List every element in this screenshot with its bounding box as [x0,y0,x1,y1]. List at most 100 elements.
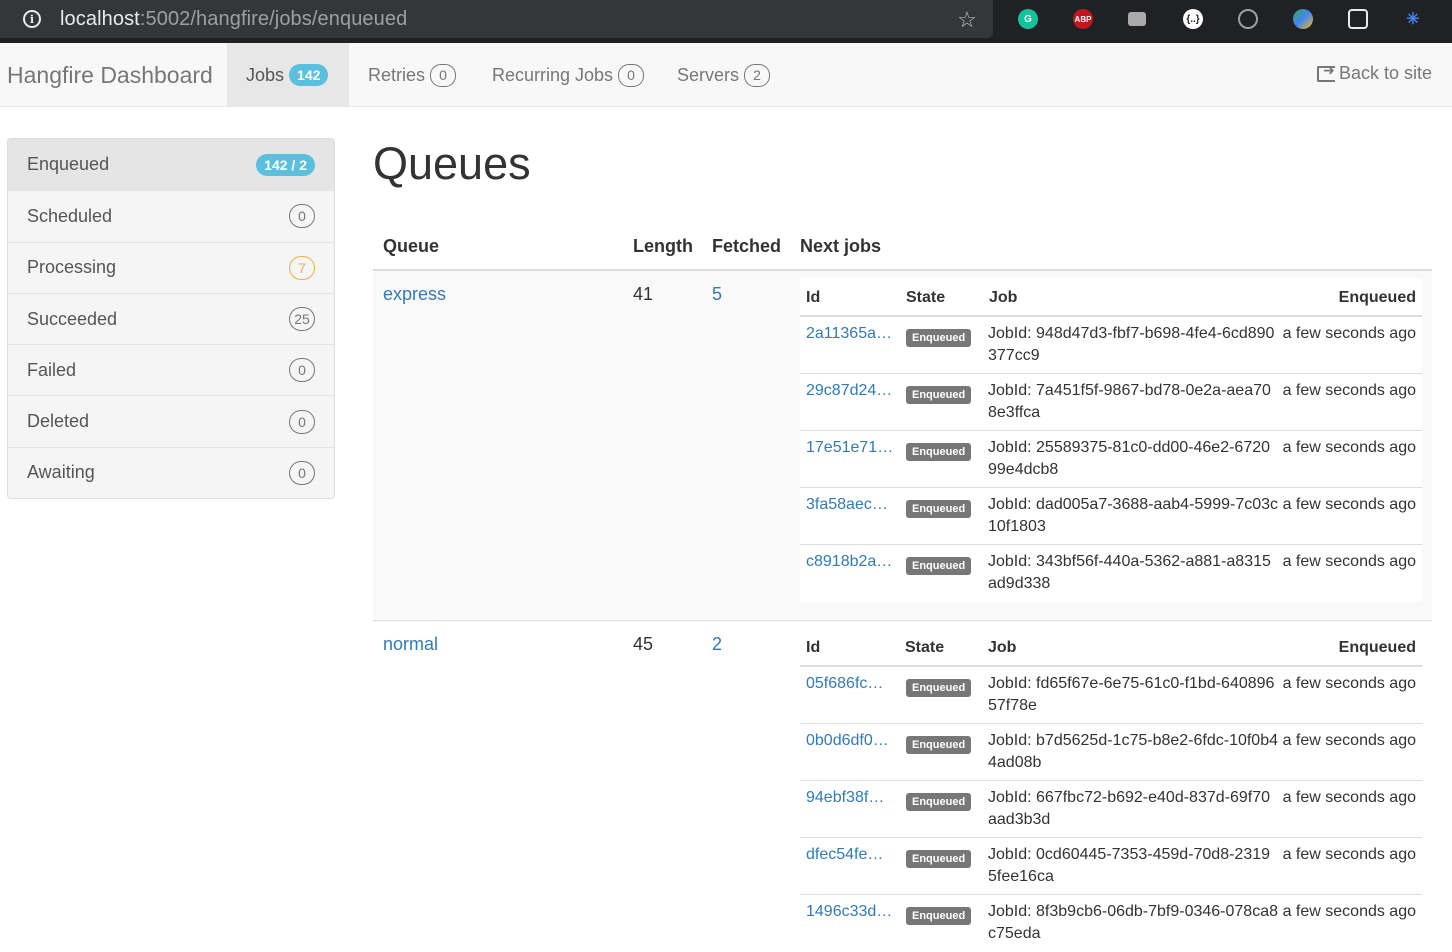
succeeded-count-badge: 25 [289,307,315,332]
job-id-link[interactable]: 0b0d6df0… [806,730,889,752]
job-name: JobId: 8f3b9cb6-06db-7bf9-0346-078ca8c75… [988,903,1278,942]
sidebar-item-failed[interactable]: Failed 0 [8,344,334,395]
header-enqueued: Enqueued [1338,289,1416,306]
bookmark-star-icon[interactable]: ☆ [955,8,979,32]
job-id-link[interactable]: dfec54fe… [806,844,883,866]
back-to-site-link[interactable]: Back to site [1316,62,1432,84]
enqueued-time: a few seconds ago [1282,496,1416,513]
nav-servers[interactable]: Servers 2 [677,43,771,107]
list-item: 1496c33d… Enqueued JobId: 8f3b9cb6-06db-… [800,895,1422,952]
sidebar-item-awaiting[interactable]: Awaiting 0 [8,446,334,498]
nav-recurring-label: Recurring Jobs [492,64,614,85]
address-bar[interactable]: i localhost:5002/hangfire/jobs/enqueued … [0,0,993,38]
nav-retries-label: Retries [368,64,426,85]
state-label: Enqueued [906,907,972,925]
jobs-count-badge: 142 [289,64,329,86]
link-extension-icon[interactable] [1348,9,1368,29]
table-row: express 41 5 Id State Job Enqueued 2a113… [373,271,1432,621]
enqueued-time: a few seconds ago [1282,789,1416,806]
job-name: JobId: 948d47d3-fbf7-b698-4fe4-6cd890377… [988,325,1275,364]
queue-fetched-link[interactable]: 5 [712,284,722,305]
list-item: 17e51e71… Enqueued JobId: 25589375-81c0-… [800,431,1422,488]
job-states-sidebar: Enqueued 142 / 2 Scheduled 0 Processing … [7,138,335,500]
processing-count-badge: 7 [289,255,315,280]
job-id-link[interactable]: 17e51e71… [806,437,893,459]
back-to-site-label: Back to site [1338,63,1432,83]
nav-servers-label: Servers [677,64,740,85]
job-name: JobId: 7a451f5f-9867-bd78-0e2a-aea708e3f… [988,382,1271,421]
nav-jobs-label: Jobs [246,64,285,85]
top-navbar: Hangfire Dashboard Jobs 142 Retries 0 Re… [0,43,1452,107]
state-label: Enqueued [906,793,972,811]
header-next-jobs: Next jobs [800,236,882,256]
next-jobs-header: Id State Job Enqueued [800,278,1422,317]
nav-jobs[interactable]: Jobs 142 [227,43,349,107]
queue-fetched-link[interactable]: 2 [712,634,722,655]
sidebar-item-label: Failed [27,359,77,380]
page-title: Queues [373,138,531,189]
enqueued-count-badge: 142 / 2 [256,153,315,176]
state-label: Enqueued [906,850,972,868]
job-name: JobId: 667fbc72-b692-e40d-837d-69f70aad3… [988,789,1270,828]
queues-table: Queue Length Fetched Next jobs express 4… [373,220,1432,952]
job-id-link[interactable]: c8918b2a… [806,551,892,573]
brand-title[interactable]: Hangfire Dashboard [7,62,213,89]
queue-link[interactable]: normal [383,634,438,655]
state-label: Enqueued [906,557,972,575]
job-name: JobId: 25589375-81c0-dd00-46e2-672099e4d… [988,439,1271,478]
queue-link[interactable]: express [383,284,446,305]
failed-count-badge: 0 [289,358,315,383]
sidebar-item-enqueued[interactable]: Enqueued 142 / 2 [8,139,334,191]
state-label: Enqueued [906,443,972,461]
sidebar-item-succeeded[interactable]: Succeeded 25 [8,292,334,344]
enqueued-time: a few seconds ago [1282,553,1416,570]
nav-retries[interactable]: Retries 0 [368,43,457,107]
list-item: 29c87d24… Enqueued JobId: 7a451f5f-9867-… [800,374,1422,431]
next-jobs-table: Id State Job Enqueued 05f686fc… Enqueued… [800,628,1422,952]
colorful-extension-icon[interactable] [1293,9,1313,29]
header-state: State [906,289,946,306]
job-id-link[interactable]: 1496c33d… [806,901,892,923]
queue-length: 45 [633,634,654,654]
job-id-link[interactable]: 94ebf38f… [806,787,884,809]
state-label: Enqueued [906,386,972,404]
grammarly-extension-icon[interactable]: G [1018,9,1038,29]
header-length: Length [633,236,693,256]
list-item: 05f686fc… Enqueued JobId: fd65f67e-6e75-… [800,667,1422,724]
nav-recurring-jobs[interactable]: Recurring Jobs 0 [492,43,645,107]
sidebar-item-label: Enqueued [27,154,110,175]
header-id: Id [806,639,821,656]
sidebar-item-label: Scheduled [27,205,113,226]
sign-out-icon [1316,62,1335,82]
json-extension-icon[interactable]: {..} [1183,9,1203,29]
info-icon[interactable]: i [23,10,41,28]
enqueued-time: a few seconds ago [1282,846,1416,863]
next-jobs-table: Id State Job Enqueued 2a11365a… Enqueued… [800,278,1422,602]
url-text[interactable]: localhost:5002/hangfire/jobs/enqueued [60,8,407,31]
sidebar-item-processing[interactable]: Processing 7 [8,241,334,293]
job-name: JobId: fd65f67e-6e75-61c0-f1bd-64089657f… [988,675,1275,714]
adblock-extension-icon[interactable]: ABP [1073,9,1093,29]
list-item: dfec54fe… Enqueued JobId: 0cd60445-7353-… [800,838,1422,895]
job-id-link[interactable]: 2a11365a… [806,323,892,345]
camera-extension-icon[interactable] [1128,12,1146,26]
sidebar-item-scheduled[interactable]: Scheduled 0 [8,190,334,241]
job-id-link[interactable]: 3fa58aec… [806,494,888,516]
table-row: normal 45 2 Id State Job Enqueued 05f686… [373,621,1432,952]
retries-count-badge: 0 [430,63,457,87]
enqueued-time: a few seconds ago [1282,675,1416,692]
clock-extension-icon[interactable] [1238,9,1258,29]
enqueued-time: a few seconds ago [1282,439,1416,456]
sidebar-item-deleted[interactable]: Deleted 0 [8,395,334,446]
puzzle-extension-icon[interactable]: ✳ [1403,9,1423,29]
sidebar-item-label: Awaiting [27,462,95,483]
header-job: Job [988,639,1017,656]
header-fetched: Fetched [712,236,782,256]
list-item: 2a11365a… Enqueued JobId: 948d47d3-fbf7-… [800,317,1422,374]
next-jobs-header: Id State Job Enqueued [800,628,1422,667]
job-name: JobId: dad005a7-3688-aab4-5999-7c03c10f1… [988,496,1279,535]
state-label: Enqueued [906,329,972,347]
job-id-link[interactable]: 29c87d24… [806,380,892,402]
job-id-link[interactable]: 05f686fc… [806,673,883,695]
enqueued-time: a few seconds ago [1282,382,1416,399]
